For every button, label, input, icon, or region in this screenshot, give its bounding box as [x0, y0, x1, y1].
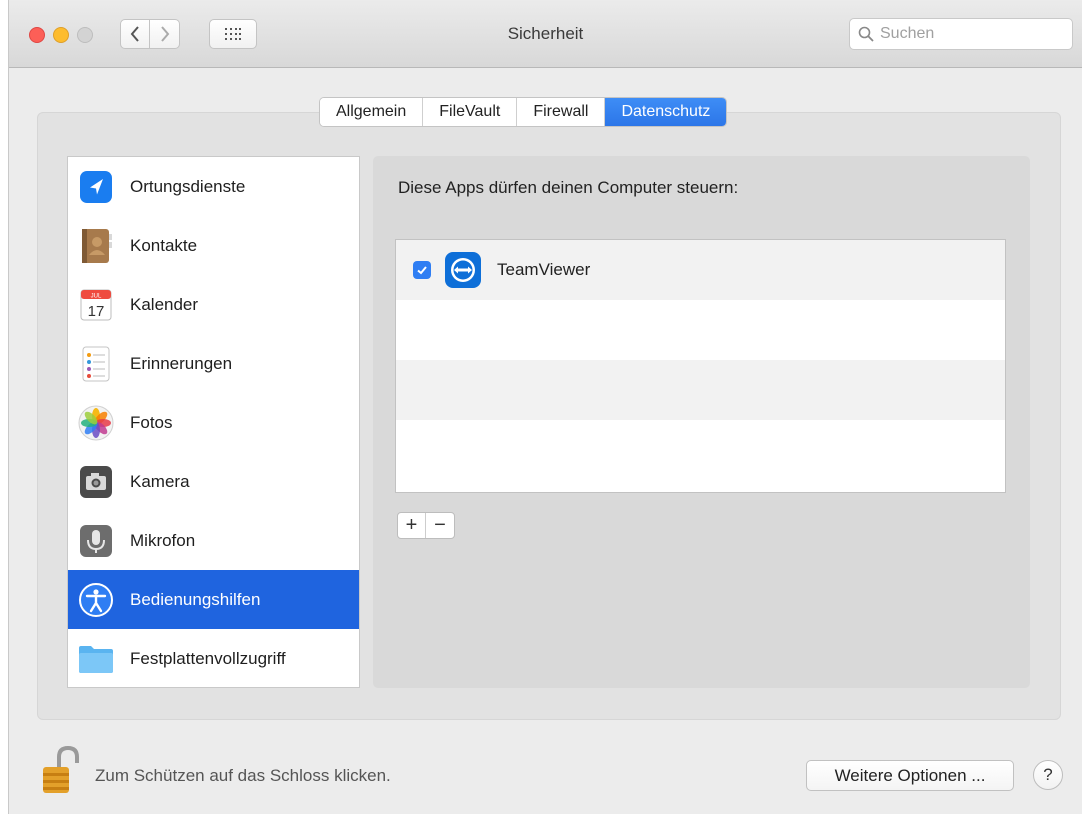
category-item-kalender[interactable]: JUL 17 Kalender — [68, 275, 359, 334]
contacts-book-icon — [78, 228, 114, 264]
tab-bar: Allgemein FileVault Firewall Datenschutz — [319, 97, 728, 127]
calendar-day: 17 — [88, 303, 105, 320]
tab-filevault[interactable]: FileVault — [423, 98, 518, 126]
category-item-erinnerungen[interactable]: Erinnerungen — [68, 334, 359, 393]
category-label: Ortungsdienste — [130, 176, 246, 196]
category-item-bedienungshilfen[interactable]: Bedienungshilfen — [68, 570, 359, 629]
category-label: Kontakte — [130, 235, 198, 255]
calendar-month: JUL — [91, 293, 102, 299]
location-arrow-icon — [78, 169, 114, 205]
calendar-icon: JUL 17 — [78, 287, 114, 323]
category-label: Kamera — [130, 471, 190, 491]
help-button[interactable]: ? — [1033, 760, 1063, 790]
camera-icon — [78, 464, 114, 500]
empty-row — [396, 300, 1005, 360]
allowed-apps-list[interactable]: TeamViewer — [395, 239, 1006, 493]
privacy-category-list[interactable]: Ortungsdienste Kontakte JUL 17 Kalender E… — [67, 156, 360, 688]
checkmark-icon — [417, 266, 427, 275]
search-icon — [858, 26, 874, 42]
more-options-button[interactable]: Weitere Optionen ... — [806, 760, 1014, 791]
category-item-fotos[interactable]: Fotos — [68, 393, 359, 452]
add-app-button[interactable]: + — [398, 513, 426, 538]
category-item-kamera[interactable]: Kamera — [68, 452, 359, 511]
app-row-teamviewer[interactable]: TeamViewer — [396, 240, 1005, 300]
reminders-icon — [78, 346, 114, 382]
add-remove-control: + − — [397, 512, 455, 539]
category-label: Kalender — [130, 294, 199, 314]
system-preferences-window: Sicherheit Allgemein FileVault Firewall … — [8, 0, 1082, 814]
category-label: Fotos — [130, 412, 173, 432]
accessibility-icon — [78, 582, 114, 618]
detail-heading: Diese Apps dürfen deinen Computer steuer… — [398, 178, 739, 197]
empty-row — [396, 360, 1005, 420]
folder-icon — [78, 641, 114, 677]
app-enabled-checkbox[interactable] — [413, 261, 431, 279]
tab-firewall[interactable]: Firewall — [517, 98, 606, 126]
lock-hint-text: Zum Schützen auf das Schloss klicken. — [95, 766, 391, 785]
category-label: Erinnerungen — [130, 353, 233, 373]
title-bar: Sicherheit — [9, 0, 1082, 68]
tab-allgemein[interactable]: Allgemein — [320, 98, 424, 126]
tab-datenschutz[interactable]: Datenschutz — [605, 98, 727, 126]
category-item-ortungsdienste[interactable]: Ortungsdienste — [68, 157, 359, 216]
app-name: TeamViewer — [497, 260, 591, 279]
search-field[interactable] — [849, 18, 1073, 50]
photos-flower-icon — [78, 405, 114, 441]
category-label: Mikrofon — [130, 530, 196, 550]
category-item-mikrofon[interactable]: Mikrofon — [68, 511, 359, 570]
category-item-festplattenvollzugriff[interactable]: Festplattenvollzugriff — [68, 629, 359, 687]
category-item-kontakte[interactable]: Kontakte — [68, 216, 359, 275]
remove-app-button[interactable]: − — [426, 513, 454, 538]
category-label: Bedienungshilfen — [130, 589, 261, 609]
microphone-icon — [78, 523, 114, 559]
search-input[interactable] — [880, 25, 1060, 43]
category-label: Festplattenvollzugriff — [130, 648, 286, 668]
empty-row — [396, 420, 1005, 480]
lock-open-icon[interactable] — [39, 745, 83, 795]
teamviewer-icon — [445, 252, 481, 288]
